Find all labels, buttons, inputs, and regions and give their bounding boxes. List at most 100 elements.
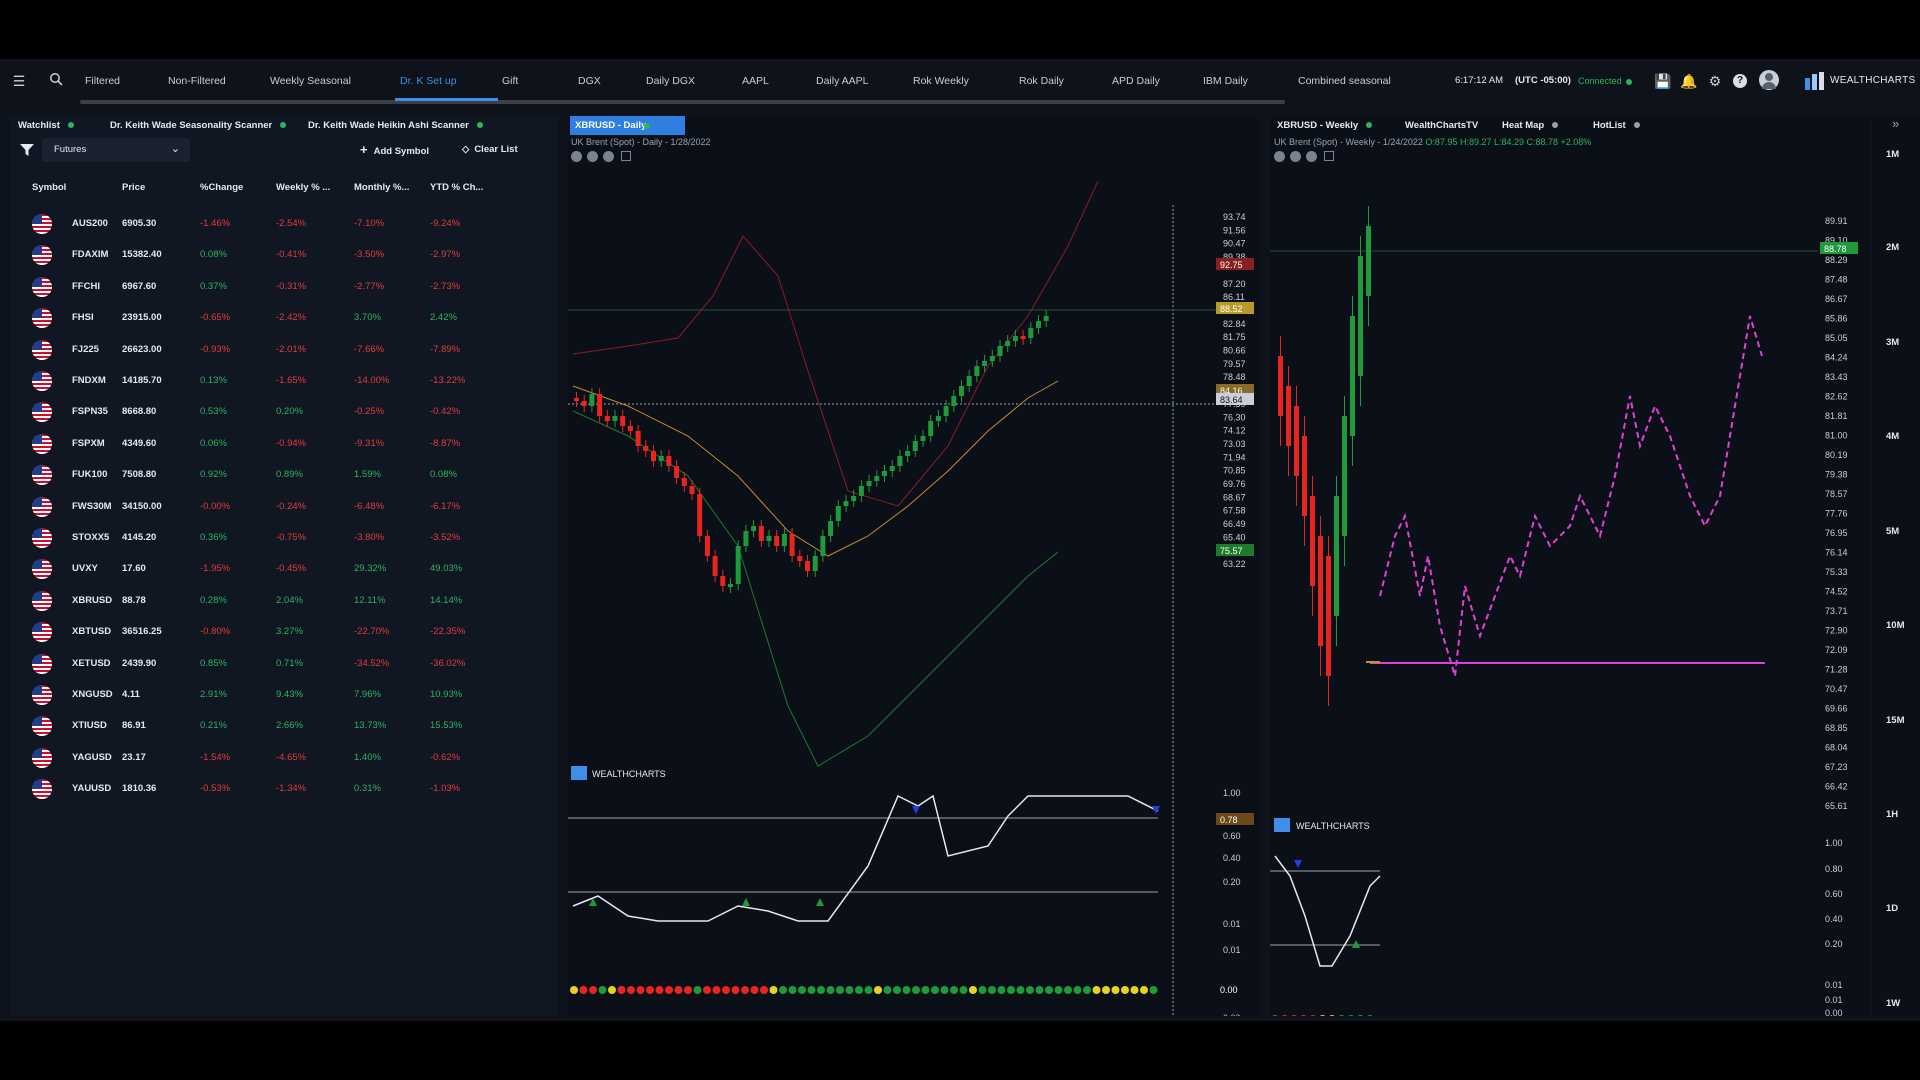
col-change[interactable]: %Change (200, 178, 243, 198)
daily-price-chart[interactable]: 93.7491.5690.4789.3887.2086.1185.0282.84… (568, 116, 1260, 1016)
tab-heikin-ashi-scanner[interactable]: Dr. Keith Wade Heikin Ashi Scanner (308, 116, 483, 136)
tab-dgx[interactable]: DGX (578, 59, 601, 103)
tab-weekly-seasonal[interactable]: Weekly Seasonal (270, 59, 351, 103)
buy-arrow-icon (742, 898, 750, 906)
table-row[interactable]: XTIUSD 86.91 0.21% 2.66% 13.73% 15.53% (10, 710, 555, 741)
avatar[interactable] (1759, 70, 1779, 90)
table-row[interactable]: FSPXM 4349.60 0.06% -0.94% -9.31% -8.87% (10, 428, 555, 459)
candle-body (1302, 436, 1307, 516)
table-row[interactable]: FHSI 23915.00 -0.65% -2.42% 3.70% 2.42% (10, 302, 555, 333)
filter-icon[interactable] (20, 144, 34, 159)
tab-dr-k-set-up[interactable]: Dr. K Set up (400, 59, 457, 103)
table-row[interactable]: FJ225 26623.00 -0.93% -2.01% -7.66% -7.89% (10, 334, 555, 365)
cell-ytd: -2.73% (430, 280, 461, 292)
col-ytd[interactable]: YTD % Ch... (430, 178, 483, 198)
tab-gift[interactable]: Gift (502, 59, 518, 103)
signal-dot (931, 986, 939, 994)
table-row[interactable]: STOXX5 4145.20 0.36% -0.75% -3.80% -3.52% (10, 522, 555, 553)
clear-list-button[interactable]: ◇ Clear List (462, 138, 518, 162)
table-row[interactable]: FWS30M 34150.00 -0.00% -0.24% -6.48% -6.17% (10, 491, 555, 522)
signal-dot (665, 986, 673, 994)
search-icon[interactable] (47, 72, 65, 90)
tab-seasonality-scanner[interactable]: Dr. Keith Wade Seasonality Scanner (110, 116, 287, 136)
list-type-select[interactable]: Futures ⌄ (42, 138, 190, 162)
candle-body (1294, 406, 1299, 476)
table-row[interactable]: FUK100 7508.80 0.92% 0.89% 1.59% 0.08% (10, 459, 555, 490)
candle-body (728, 584, 733, 587)
table-row[interactable]: XETUSD 2439.90 0.85% 0.71% -34.52% -36.02% (10, 648, 555, 679)
tab-rok-daily[interactable]: Rok Daily (1019, 59, 1064, 103)
candle-body (627, 426, 633, 431)
candle-body (574, 398, 579, 401)
candle-body (743, 531, 749, 546)
signal-dot (883, 986, 892, 994)
table-row[interactable]: FNDXM 14185.70 0.13% -1.65% -14.00% -13.22% (10, 365, 555, 396)
bell-icon[interactable]: 🔔 (1680, 72, 1698, 90)
y-tick-label: 88.29 (1825, 255, 1848, 265)
table-row[interactable]: XBTUSD 36516.25 -0.80% 3.27% -22.70% -22.35% (10, 616, 555, 647)
timeframe-5m[interactable]: 5M (1886, 526, 1899, 537)
tab-scrollbar[interactable] (80, 100, 1285, 104)
price-tag: 92.75 (1220, 260, 1243, 270)
y-tick-label: 74.12 (1223, 426, 1246, 436)
add-symbol-button[interactable]: + Add Symbol (360, 138, 429, 162)
table-row[interactable]: XNGUSD 4.11 2.91% 9.43% 7.96% 10.93% (10, 679, 555, 710)
timeframe-3m[interactable]: 3M (1886, 337, 1899, 348)
candle-body (1358, 256, 1363, 376)
table-row[interactable]: UVXY 17.60 -1.95% -0.45% 29.32% 49.03% (10, 553, 555, 584)
cell-change: -0.53% (200, 783, 231, 795)
y-tick-label: 81.00 (1825, 431, 1848, 441)
cell-ytd: -22.35% (430, 626, 466, 638)
collapse-sidebar-icon[interactable]: » (1892, 116, 1899, 131)
candle-body (882, 471, 887, 476)
cell-monthly: 0.31% (354, 783, 381, 795)
timeframe-1m[interactable]: 1M (1886, 149, 1899, 160)
cell-monthly: 1.59% (354, 469, 381, 481)
brand-logo (1805, 72, 1825, 95)
col-monthly[interactable]: Monthly %... (354, 178, 409, 198)
timeframe-1w[interactable]: 1W (1886, 998, 1900, 1009)
candle-body (1342, 416, 1347, 536)
signal-dot (997, 986, 1006, 994)
table-row[interactable]: FDAXIM 15382.40 0.08% -0.41% -3.50% -2.97% (10, 239, 555, 270)
sell-arrow-icon (1152, 806, 1160, 814)
cell-symbol: XBTUSD (72, 626, 112, 638)
tab-filtered[interactable]: Filtered (85, 59, 120, 103)
y-tick-label: 91.56 (1223, 225, 1246, 235)
table-row[interactable]: XBRUSD 88.78 0.28% 2.04% 12.11% 14.14% (10, 585, 555, 616)
tab-combined-seasonal[interactable]: Combined seasonal (1298, 59, 1391, 103)
table-row[interactable]: FSPN35 8668.80 0.53% 0.20% -0.25% -0.42% (10, 396, 555, 427)
signal-dot (988, 986, 996, 994)
timeframe-10m[interactable]: 10M (1886, 620, 1904, 631)
tab-aapl[interactable]: AAPL (742, 59, 769, 103)
gear-icon[interactable]: ⚙ (1706, 72, 1724, 90)
table-row[interactable]: FFCHI 6967.60 0.37% -0.31% -2.77% -2.73% (10, 271, 555, 302)
col-weekly[interactable]: Weekly % ... (276, 178, 330, 198)
tab-daily-aapl[interactable]: Daily AAPL (816, 59, 869, 103)
tab-rok-weekly[interactable]: Rok Weekly (913, 59, 969, 103)
tab-daily-dgx[interactable]: Daily DGX (646, 59, 695, 103)
col-price[interactable]: Price (122, 178, 145, 198)
cell-weekly: 0.89% (276, 469, 303, 481)
table-row[interactable]: YAUUSD 1810.36 -0.53% -1.34% 0.31% -1.03% (10, 773, 555, 804)
col-symbol[interactable]: Symbol (32, 178, 66, 198)
table-row[interactable]: AUS200 6905.30 -1.46% -2.54% -7.10% -9.24% (10, 208, 555, 239)
save-icon[interactable]: 💾 (1654, 72, 1672, 90)
timeframe-4m[interactable]: 4M (1886, 431, 1899, 442)
timeframe-1d[interactable]: 1D (1886, 903, 1898, 914)
timeframe-1h[interactable]: 1H (1886, 809, 1898, 820)
tab-ibm-daily[interactable]: IBM Daily (1203, 59, 1248, 103)
timeframe-15m[interactable]: 15M (1886, 715, 1904, 726)
table-row[interactable]: YAGUSD 23.17 -1.54% -4.65% 1.40% -0.62% (10, 742, 555, 773)
tab-watchlist[interactable]: Watchlist (18, 116, 74, 136)
candle-body (604, 416, 610, 421)
tab-non-filtered[interactable]: Non-Filtered (168, 59, 226, 103)
cell-symbol: FFCHI (72, 280, 100, 292)
weekly-price-chart[interactable]: 89.9189.1088.2987.4886.6785.8685.0584.24… (1270, 116, 1870, 1016)
tab-apd-daily[interactable]: APD Daily (1112, 59, 1160, 103)
timeframe-2m[interactable]: 2M (1886, 242, 1899, 253)
cell-change: -0.80% (200, 626, 231, 638)
menu-icon[interactable]: ☰ (10, 72, 28, 90)
help-icon[interactable]: ? (1731, 72, 1749, 90)
candle-body (1350, 316, 1355, 436)
